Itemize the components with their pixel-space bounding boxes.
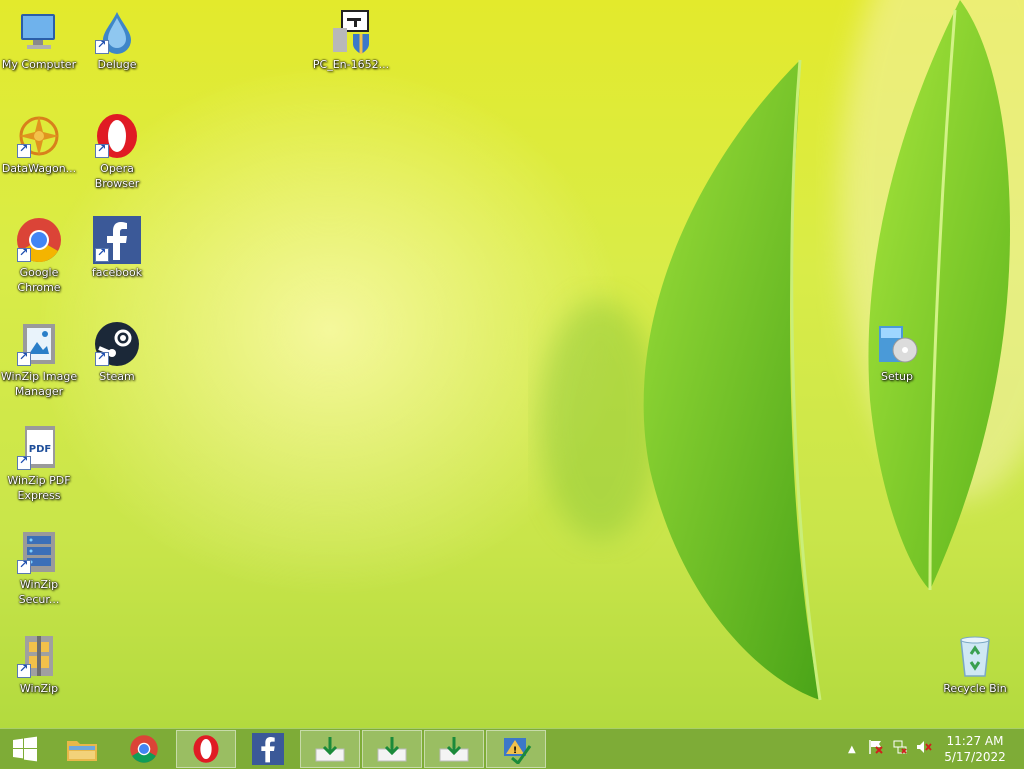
clock-date: 5/17/2022 [944,750,1006,764]
desktop-icon-label: My Computer [1,58,77,71]
desktop-icon-label: WinZip [19,682,59,695]
desktop-icon-google-chrome[interactable]: Google Chrome [0,216,78,295]
desktop-icon-label: Google Chrome [17,266,61,294]
tray-expand-icon[interactable]: ▲ [848,744,856,755]
shortcut-arrow-icon [17,246,31,262]
download-icon [439,737,469,762]
chrome-icon [130,735,158,763]
facebook-icon [93,216,141,264]
clock-time: 11:27 AM [946,734,1004,748]
desktop-icon-deluge[interactable]: Deluge [78,8,156,72]
desktop-icon-label: Setup [880,370,914,383]
desktop-icon-recycle-bin[interactable]: Recycle Bin [936,632,1014,696]
taskbar-facebook[interactable] [238,730,298,768]
desktop-icon-label: WinZip Image Manager [0,370,78,398]
leaf-right [868,0,1010,591]
download-icon [377,737,407,762]
desktop-icon-winzip-secure[interactable]: WinZip Secur... [0,528,78,607]
installer-icon [327,8,375,56]
winzip-pdf-icon: PDF [15,424,63,472]
facebook-icon [252,733,284,765]
network-icon[interactable] [892,739,908,759]
system-tray: ▲ [848,729,938,769]
taskbar-action-center[interactable]: ! [486,730,546,768]
winzip-icon [15,632,63,680]
shortcut-arrow-icon [95,350,109,366]
steam-icon [93,320,141,368]
folder-icon [67,741,97,761]
action-center-flag-icon[interactable] [868,739,884,759]
desktop-icon-label: facebook [91,266,143,279]
desktop-icon-steam[interactable]: Steam [78,320,156,384]
shortcut-arrow-icon [17,662,31,678]
desktop-icon-label: WinZip PDF Express [7,474,71,502]
desktop-icon-datawagon[interactable]: DataWagon... [0,112,78,176]
desktop-icon-winzip-pdf-express[interactable]: PDF WinZip PDF Express [0,424,78,503]
taskbar-download-2[interactable] [362,730,422,768]
taskbar-opera[interactable] [176,730,236,768]
taskbar-chrome[interactable] [114,730,174,768]
windows-logo-icon [13,736,37,762]
desktop-icon-label: Opera Browser [94,162,140,190]
desktop-icon-facebook[interactable]: facebook [78,216,156,280]
desktop-icon-label: Recycle Bin [943,682,1007,695]
taskbar-file-explorer[interactable] [52,730,112,768]
shortcut-arrow-icon [17,142,31,158]
svg-text:!: ! [513,746,517,756]
desktop-icon-opera[interactable]: Opera Browser [78,112,156,191]
shortcut-arrow-icon [17,558,31,574]
opera-icon [93,112,141,160]
shortcut-arrow-icon [95,38,109,54]
taskbar-download-3[interactable] [424,730,484,768]
deluge-icon [93,8,141,56]
desktop-icon-my-computer[interactable]: My Computer [0,8,78,72]
winzip-image-icon [15,320,63,368]
taskbar-clock[interactable]: 11:27 AM 5/17/2022 [942,733,1008,765]
datawagon-icon [15,112,63,160]
recycle-bin-icon [951,632,999,680]
desktop-icon-label: DataWagon... [1,162,77,175]
desktop-icon-installer[interactable]: PC_En-1652... [312,8,390,72]
setup-icon [873,320,921,368]
desktop-icon-setup[interactable]: Setup [858,320,936,384]
warning-check-icon: ! [504,738,532,764]
computer-icon [15,8,63,56]
shortcut-arrow-icon [17,454,31,470]
desktop-icon-winzip-image-manager[interactable]: WinZip Image Manager [0,320,78,399]
desktop-icon-winzip[interactable]: WinZip [0,632,78,696]
desktop-icon-label: Deluge [97,58,137,71]
shortcut-arrow-icon [95,246,109,262]
shortcut-arrow-icon [17,350,31,366]
taskbar: ! ▲ 11:27 AM 5/17/2022 [0,728,1024,769]
download-icon [315,737,345,762]
desktop-icon-label: Steam [99,370,135,383]
shortcut-arrow-icon [95,142,109,158]
opera-icon [193,735,219,763]
winzip-secure-icon [15,528,63,576]
desktop-icon-label: WinZip Secur... [18,578,60,606]
desktop-icon-label: PC_En-1652... [312,58,390,71]
taskbar-download-1[interactable] [300,730,360,768]
leaf-left [643,59,822,701]
volume-muted-icon[interactable] [916,739,932,759]
start-button[interactable] [0,730,50,768]
svg-text:PDF: PDF [29,444,51,455]
chrome-icon [15,216,63,264]
